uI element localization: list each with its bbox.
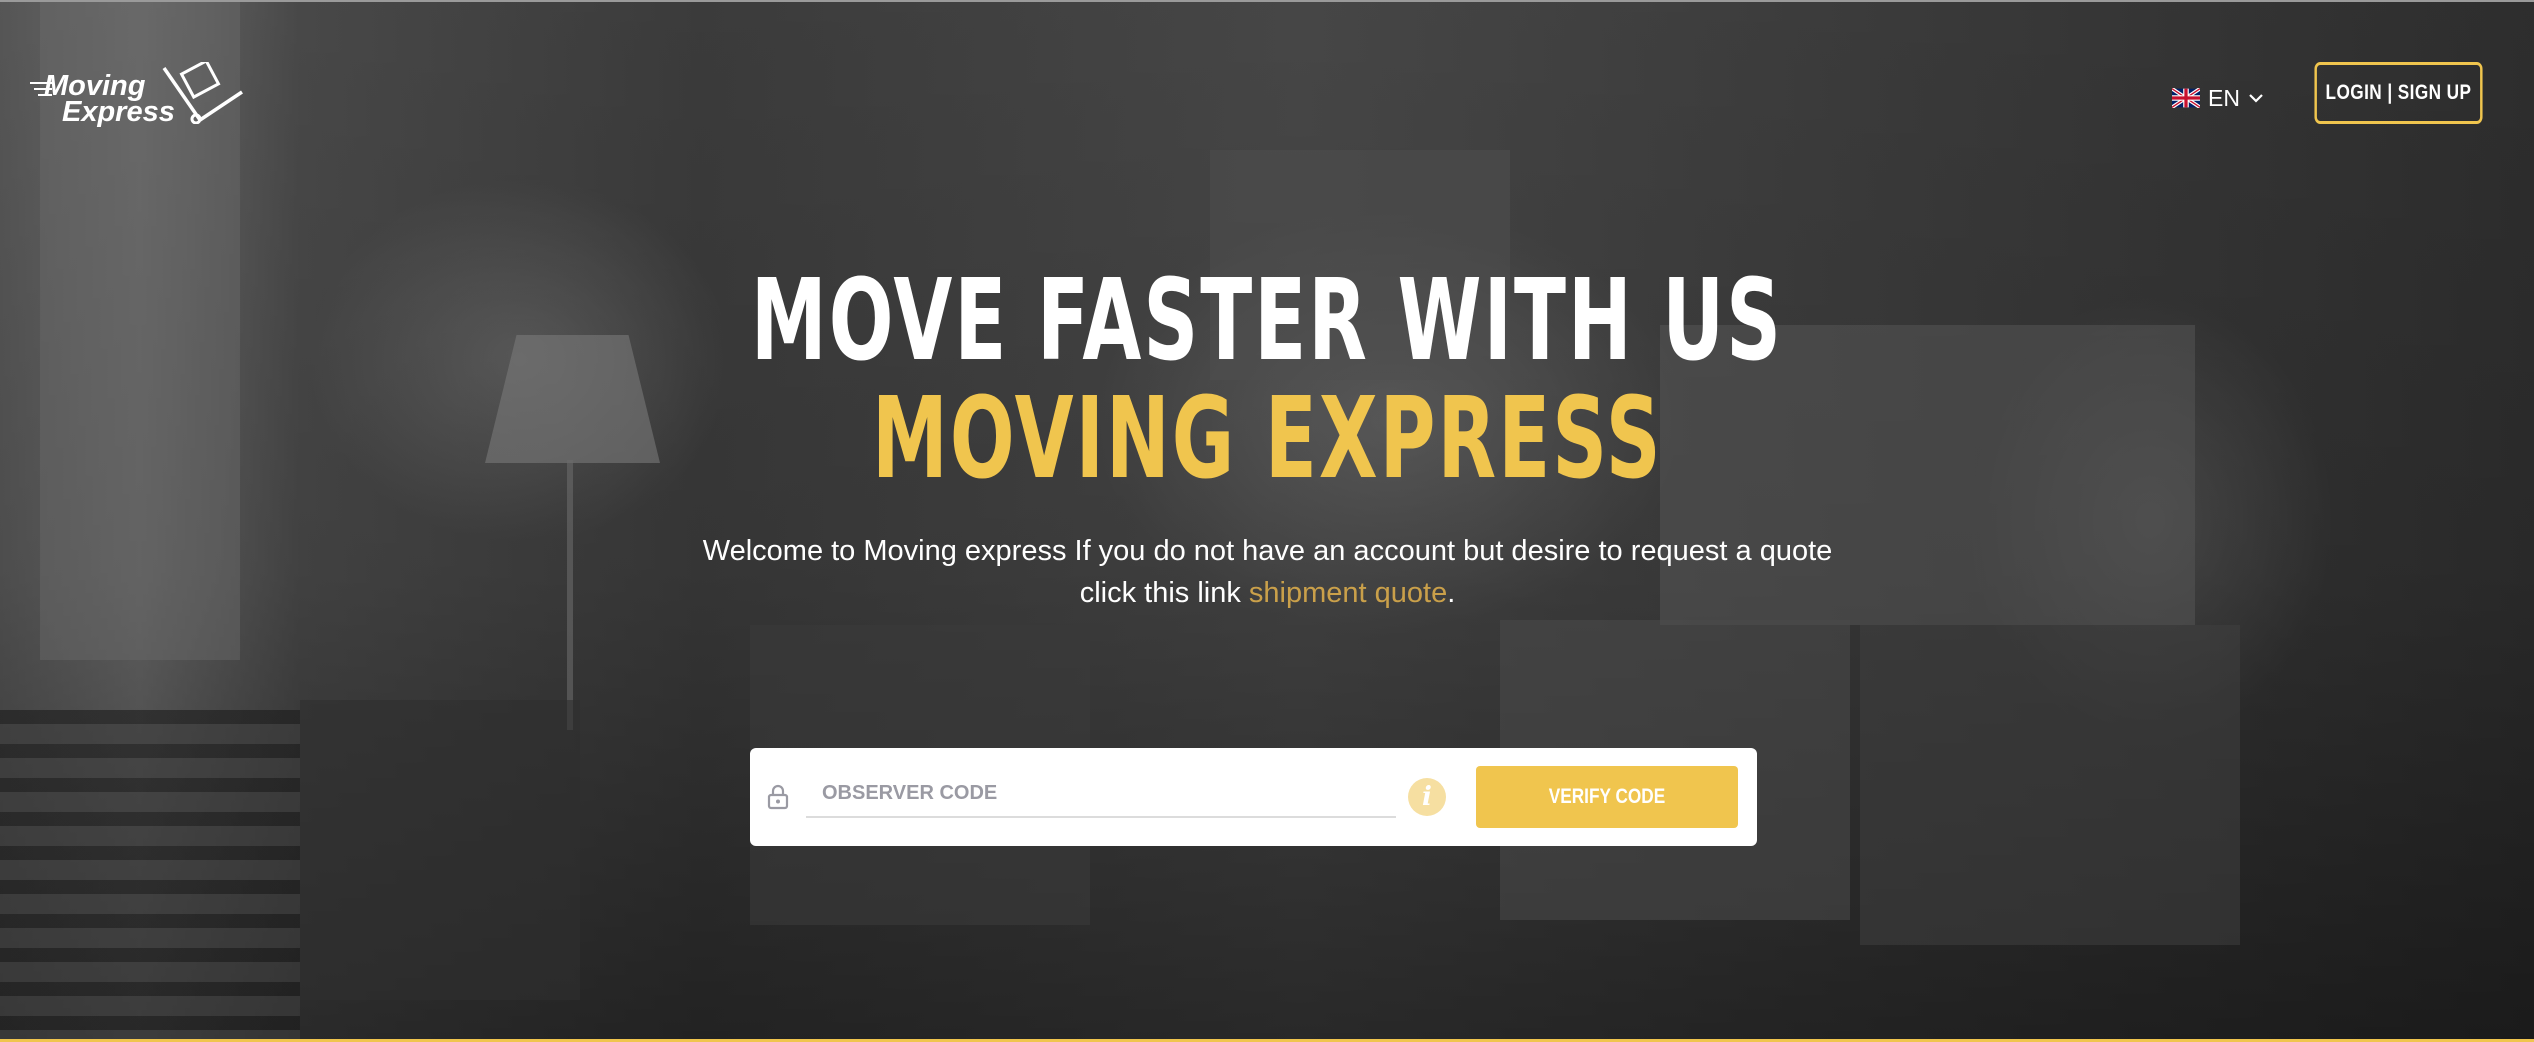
hero-headline: MOVE FASTER WITH US MOVING EXPRESS (0, 262, 2534, 498)
background-box (1860, 625, 2240, 945)
observer-code-input[interactable] (806, 770, 1396, 818)
background-radiator (0, 710, 300, 1040)
background-lamp-pole (567, 460, 573, 730)
lock-icon (767, 784, 789, 810)
hero-subtitle: MOVING EXPRESS (871, 374, 1663, 504)
uk-flag-icon (2172, 88, 2200, 108)
shipment-quote-link[interactable]: shipment quote (1249, 577, 1447, 609)
verify-code-button[interactable]: VERIFY CODE (1476, 766, 1738, 828)
background-box (300, 700, 580, 1000)
lead-end: . (1447, 577, 1456, 609)
language-label: EN (2208, 84, 2240, 111)
observer-code-form: i VERIFY CODE (750, 748, 1757, 846)
language-selector[interactable]: EN (2172, 82, 2264, 114)
hero-title: MOVE FASTER WITH US (750, 256, 1784, 386)
info-icon[interactable]: i (1408, 778, 1446, 816)
top-border (0, 0, 2534, 2)
hero-lead-paragraph: Welcome to Moving express If you do not … (690, 530, 1845, 614)
login-signup-button[interactable]: LOGIN | SIGN UP (2314, 62, 2483, 124)
chevron-down-icon (2249, 94, 2263, 103)
hand-truck-icon (162, 62, 243, 124)
verify-code-label: VERIFY CODE (1548, 785, 1666, 808)
brand-logo[interactable]: Moving Express (28, 62, 243, 132)
